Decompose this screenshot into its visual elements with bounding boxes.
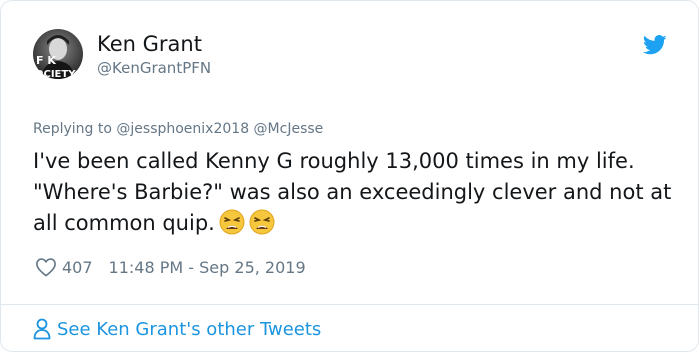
reply-context: Replying to @jessphoenix2018 @McJesse bbox=[33, 121, 323, 137]
like-count[interactable]: 407 bbox=[62, 258, 93, 277]
person-icon bbox=[33, 318, 51, 340]
tweet-card: F K OCIETY Ken Grant @KenGrantPFN Replyi… bbox=[0, 0, 699, 352]
reply-mentions[interactable]: @jessphoenix2018 @McJesse bbox=[116, 121, 323, 137]
weary-face-emoji-icon bbox=[249, 209, 275, 235]
see-other-tweets-link[interactable]: See Ken Grant's other Tweets bbox=[33, 317, 321, 341]
avatar-text-top: F K bbox=[36, 54, 56, 67]
see-other-tweets-label[interactable]: See Ken Grant's other Tweets bbox=[57, 319, 321, 340]
twitter-bird-icon[interactable] bbox=[642, 35, 667, 55]
weary-face-emoji-icon bbox=[219, 209, 245, 235]
divider bbox=[1, 304, 698, 305]
avatar-image: F K OCIETY bbox=[33, 29, 83, 79]
timestamp[interactable]: 11:48 PM - Sep 25, 2019 bbox=[109, 258, 306, 277]
tweet-text-block: I've been called Kenny G roughly 13,000 … bbox=[33, 146, 693, 239]
author-name[interactable]: Ken Grant bbox=[97, 32, 202, 56]
avatar-text-bottom: OCIETY bbox=[35, 69, 76, 79]
author-handle[interactable]: @KenGrantPFN bbox=[97, 59, 211, 77]
avatar[interactable]: F K OCIETY bbox=[33, 29, 83, 79]
reply-prefix: Replying to bbox=[33, 121, 112, 137]
heart-icon[interactable] bbox=[35, 257, 57, 277]
tweet-text: I've been called Kenny G roughly 13,000 … bbox=[33, 149, 672, 235]
tweet-meta: 407 11:48 PM - Sep 25, 2019 bbox=[35, 256, 306, 278]
